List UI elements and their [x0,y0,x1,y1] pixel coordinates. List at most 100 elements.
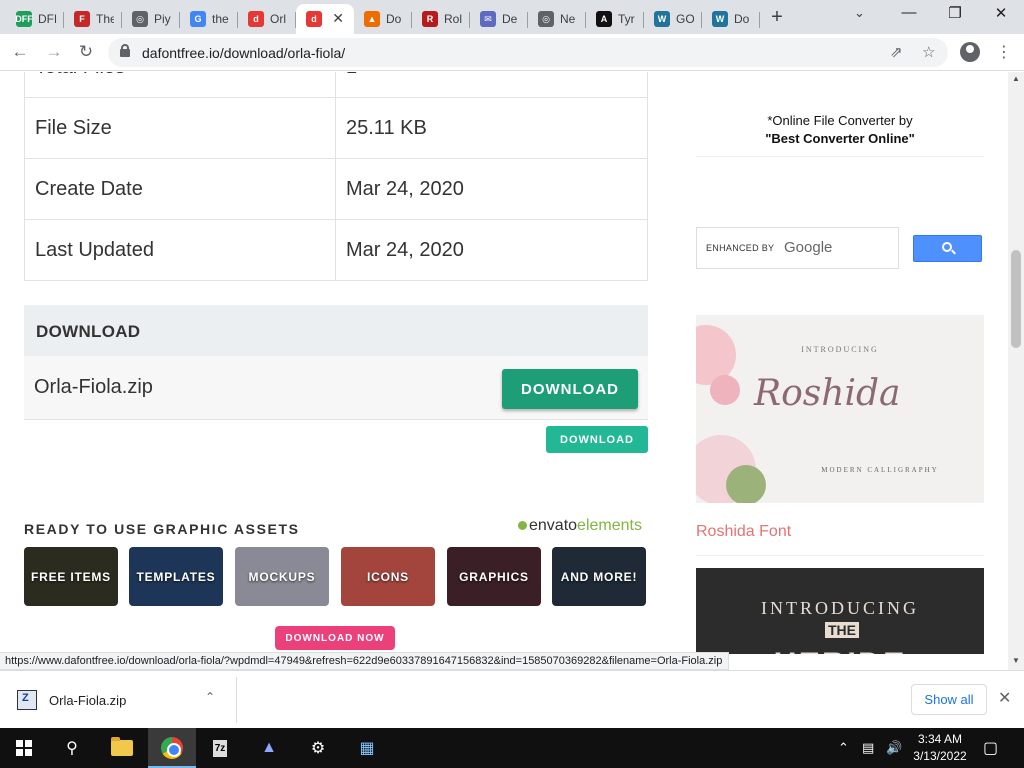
minimize-button[interactable]: — [889,4,929,21]
control-panel-icon[interactable]: ▦ [343,728,391,768]
browser-tab[interactable]: W GO [644,4,702,34]
search-button[interactable] [913,235,982,262]
volume-icon[interactable]: 🔊 [886,728,902,768]
browser-tab[interactable]: ◎ Ne [528,4,586,34]
7zip-icon[interactable]: 7z [196,728,244,768]
tab-favicon-icon: R [422,11,438,27]
tab-favicon-icon: W [654,11,670,27]
bookmark-star-icon[interactable]: ☆ [922,43,935,61]
shelf-download-item[interactable]: Orla-Fiola.zip [49,693,126,708]
tab-favicon-icon: G [190,11,206,27]
show-all-button[interactable]: Show all [911,684,987,715]
browser-tab[interactable]: ◎ Piy [122,4,180,34]
window-close-button[interactable]: ✕ [981,4,1021,22]
address-bar[interactable]: dafontfree.io/download/orla-fiola/ ⇗ ☆ [108,38,948,67]
browser-tab[interactable]: d Orl [238,4,296,34]
tab-favicon-icon: ✉ [480,11,496,27]
notifications-icon[interactable]: ▢ [983,728,998,768]
profile-avatar-icon[interactable] [960,42,980,62]
download-heading: DOWNLOAD [24,305,648,356]
asset-tile[interactable]: FREE ITEMS [24,547,118,606]
browser-tab[interactable]: Gthe [180,4,238,34]
tab-favicon-icon: F [74,11,90,27]
system-clock[interactable]: 3:34 AM 3/13/2022 [908,731,972,765]
asset-tile[interactable]: GRAPHICS [447,547,541,606]
file-info-label: File Size [24,97,336,159]
converter-line-1: *Online File Converter by [767,113,913,128]
browser-tab[interactable]: F The [64,4,122,34]
start-button[interactable] [0,728,48,768]
file-info-table: Total Files 1 File Size 25.11 KB Create … [24,72,648,281]
heride-ad-image[interactable]: INTRODUCING THE HERIDE [696,568,984,654]
chevron-up-icon[interactable]: ⌃ [205,690,215,704]
tab-favicon-icon: DFF [15,11,33,27]
site-search-input[interactable]: ENHANCED BY Google [696,227,899,269]
settings-gear-icon[interactable]: ⚙ [294,728,342,768]
back-arrow-icon[interactable]: ← [9,42,31,62]
scroll-down-arrow-icon[interactable]: ▼ [1012,656,1020,665]
download-button[interactable]: DOWNLOAD [502,369,638,409]
tab-title: DFF [38,12,56,26]
download-now-button[interactable]: DOWNLOAD NOW [275,626,395,650]
link-status-bar: https://www.dafontfree.io/download/orla-… [0,652,730,670]
tab-favicon-icon: W [712,11,728,27]
zip-file-icon[interactable] [17,690,37,710]
browser-tab[interactable]: A Tyr [586,4,644,34]
tab-strip: DFF DFF FThe◎PiyGthedOrldOrla-Fiola✕ ▲ Do RRo… [0,0,1024,34]
page-content: Total Files 1 File Size 25.11 KB Create … [0,72,1008,654]
tab-close-icon[interactable]: ✕ [332,10,344,27]
ad-subtitle: MODERN CALLIGRAPHY [821,466,939,474]
browser-tab[interactable]: ▲ Do [354,4,412,34]
file-explorer-icon[interactable] [98,728,146,768]
lock-icon[interactable] [120,44,130,57]
download-section: DOWNLOAD Orla-Fiola.zip DOWNLOAD [24,305,648,420]
scrollbar-thumb[interactable] [1011,250,1021,348]
app-a-icon[interactable]: ▲ [245,728,293,768]
restore-button[interactable]: ❐ [935,4,975,22]
network-icon[interactable]: ▤ [862,728,874,768]
table-row: Create Date Mar 24, 2020 [24,158,648,220]
asset-tile[interactable]: MOCKUPS [235,547,329,606]
envato-elements-logo[interactable]: envatoelements [518,517,642,535]
tab-favicon-icon: ▲ [364,11,380,27]
elements-brand-text: elements [577,517,642,534]
asset-tile[interactable]: AND MORE! [552,547,646,606]
scroll-up-arrow-icon[interactable]: ▲ [1012,74,1020,83]
download-small-button[interactable]: DOWNLOAD [546,426,648,453]
tab-active[interactable]: dOrla-Fiola✕ [296,4,354,34]
url-text: dafontfree.io/download/orla-fiola/ [142,45,346,61]
browser-tab[interactable]: R Rol [412,4,470,34]
tab-search-chevron-icon[interactable]: ⌄ [854,5,865,21]
forward-arrow-icon[interactable]: → [43,42,65,62]
tab-title: Orl [270,12,286,26]
chrome-icon[interactable] [148,728,196,768]
converter-ad[interactable]: *Online File Converter by "Best Converte… [696,112,984,148]
close-icon[interactable]: ✕ [998,688,1011,708]
tab-title: Do [386,12,402,26]
asset-tile[interactable]: TEMPLATES [129,547,223,606]
assets-title: READY TO USE GRAPHIC ASSETS [24,521,300,537]
roshida-ad-image[interactable]: INTRODUCING Roshida MODERN CALLIGRAPHY [696,315,984,503]
ad-intro-text: INTRODUCING [801,345,879,354]
share-icon[interactable]: ⇗ [890,43,903,61]
tab-title: Piy [154,12,171,26]
browser-tab[interactable]: W Do [702,4,760,34]
reload-icon[interactable]: ↻ [75,42,97,62]
asset-tile[interactable]: ICONS [341,547,435,606]
chevron-up-icon[interactable]: ⌃ [838,728,849,768]
divider [236,677,237,723]
clock-date: 3/13/2022 [913,749,967,763]
divider [696,555,984,556]
table-row: File Size 25.11 KB [24,97,648,159]
tab-separator [759,12,760,28]
flower-decoration [710,375,740,405]
page-scrollbar[interactable]: ▲ ▼ [1008,72,1024,670]
browser-tab[interactable]: ✉ De [470,4,528,34]
browser-tab[interactable]: DFF DFF [6,4,64,34]
search-icon[interactable]: ⚲ [48,728,96,768]
download-row: Orla-Fiola.zip DOWNLOAD [24,356,648,420]
menu-kebab-icon[interactable]: ⋮ [996,42,1012,62]
new-tab-button[interactable]: + [766,6,788,29]
search-enhanced-label: ENHANCED BY [706,243,775,253]
roshida-font-link[interactable]: Roshida Font [696,523,791,541]
